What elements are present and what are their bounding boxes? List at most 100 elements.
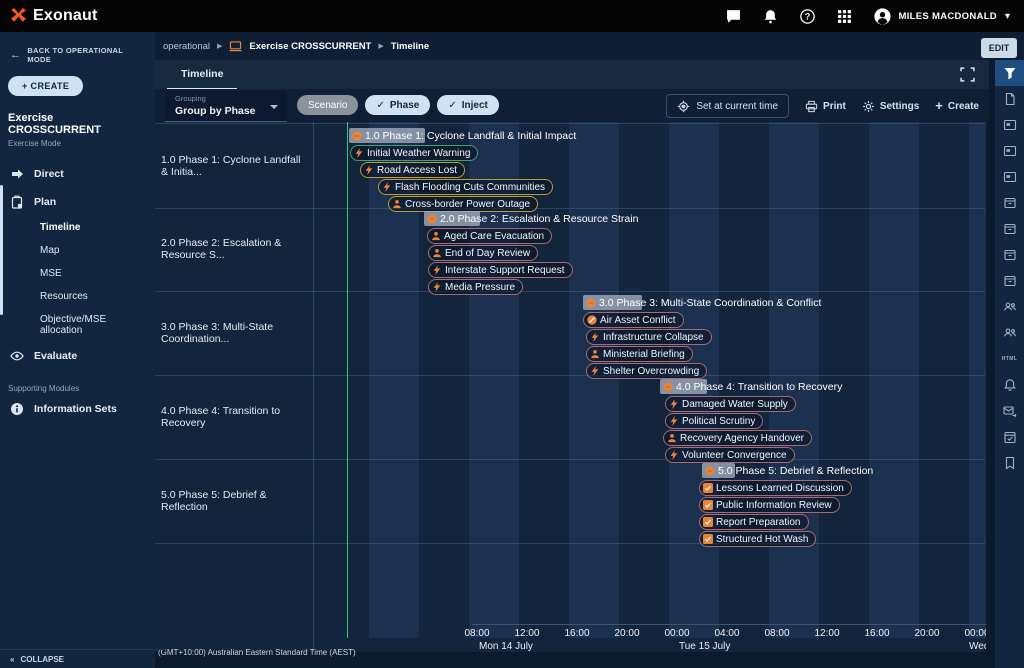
- chat-icon[interactable]: [726, 9, 741, 24]
- phase-label: 3.0 Phase 3: Multi-State Coordination & …: [599, 297, 821, 309]
- grouping-value: Group by Phase: [175, 105, 256, 117]
- help-icon[interactable]: ?: [800, 9, 815, 24]
- user-menu[interactable]: MILES MACDONALD ▾: [874, 8, 1010, 25]
- notifications-bell-icon[interactable]: [763, 9, 778, 24]
- sidebar-item-direct[interactable]: Direct: [0, 160, 155, 188]
- active-section-indicator: [0, 185, 3, 315]
- direct-arrow-icon: [10, 167, 24, 181]
- target-icon: [677, 100, 690, 113]
- exercise-monitor-icon: [229, 41, 242, 52]
- inject-pill[interactable]: Damaged Water Supply: [665, 396, 796, 412]
- type-filter-chips: Scenario ✓Phase ✓Inject: [297, 95, 499, 115]
- inject-pill[interactable]: End of Day Review: [428, 245, 538, 261]
- breadcrumb-operational[interactable]: operational: [163, 41, 210, 52]
- card-icon[interactable]: [995, 112, 1024, 138]
- inject-pill[interactable]: Air Asset Conflict: [583, 312, 684, 328]
- back-arrow-icon: ←: [10, 49, 21, 61]
- card-icon[interactable]: [995, 164, 1024, 190]
- create-button[interactable]: + CREATE: [8, 76, 83, 96]
- sidebar-item-mse[interactable]: MSE: [0, 262, 155, 285]
- sidebar-item-objective-mse-allocation[interactable]: Objective/MSE allocation: [0, 308, 155, 342]
- people-icon[interactable]: [995, 320, 1024, 346]
- chip-phase[interactable]: ✓Phase: [365, 95, 430, 115]
- plus-icon: +: [935, 101, 943, 111]
- row-items: 3.0 Phase 3: Multi-State Coordination & …: [313, 291, 985, 375]
- chevron-down-icon: ▾: [1005, 11, 1010, 22]
- chip-inject[interactable]: ✓Inject: [437, 95, 499, 115]
- phase-icon: [586, 298, 596, 308]
- apps-grid-icon[interactable]: [837, 9, 852, 24]
- breadcrumb-timeline[interactable]: Timeline: [391, 41, 429, 52]
- inject-pill[interactable]: Structured Hot Wash: [699, 531, 816, 547]
- phase-bar[interactable]: 5.0 Phase 5: Debrief & Reflection: [705, 463, 873, 478]
- phase-bar[interactable]: 1.0 Phase 1: Cyclone Landfall & Initial …: [352, 128, 576, 143]
- people-icon[interactable]: [995, 294, 1024, 320]
- mail-icon[interactable]: [995, 398, 1024, 424]
- fullscreen-icon[interactable]: [960, 67, 975, 82]
- tab-timeline[interactable]: Timeline: [167, 60, 237, 90]
- inject-pill[interactable]: Ministerial Briefing: [586, 346, 693, 362]
- settings-button[interactable]: Settings: [862, 100, 919, 113]
- document-icon[interactable]: [995, 86, 1024, 112]
- inject-pill[interactable]: Recovery Agency Handover: [663, 430, 812, 446]
- inject-pill[interactable]: Report Preparation: [699, 514, 809, 530]
- sidebar-nav: Direct Plan TimelineMapMSEResourcesObjec…: [0, 160, 155, 370]
- sidebar-item-resources[interactable]: Resources: [0, 285, 155, 308]
- archive-icon[interactable]: [995, 268, 1024, 294]
- inject-pill[interactable]: Aged Care Evacuation: [427, 228, 552, 244]
- inject-label: Flash Flooding Cuts Communities: [395, 182, 545, 193]
- archive-icon[interactable]: [995, 216, 1024, 242]
- inject-label: Public Information Review: [716, 500, 832, 511]
- edit-button[interactable]: EDIT: [981, 38, 1017, 58]
- sidebar-item-map[interactable]: Map: [0, 239, 155, 262]
- inject-pill[interactable]: Public Information Review: [699, 497, 840, 513]
- axis-day-label: Wed 16 July: [969, 641, 986, 652]
- axis-tick-label: 08:00: [464, 628, 489, 639]
- phase-bar[interactable]: 4.0 Phase 4: Transition to Recovery: [663, 379, 842, 394]
- axis-tick-label: 04:00: [714, 628, 739, 639]
- timeline-row: 4.0 Phase 4: Transition to Recovery4.0 P…: [155, 375, 985, 460]
- breadcrumb-exercise[interactable]: Exercise CROSSCURRENT: [249, 41, 371, 52]
- task-icon: [703, 534, 713, 544]
- sidebar-item-timeline[interactable]: Timeline: [0, 216, 155, 239]
- inject-pill[interactable]: Interstate Support Request: [428, 262, 573, 278]
- axis-tick-label: 00:00: [664, 628, 689, 639]
- set-at-current-time-button[interactable]: Set at current time: [666, 94, 789, 118]
- tab-bar: Timeline: [155, 60, 989, 90]
- phase-icon: [663, 382, 673, 392]
- chip-scenario[interactable]: Scenario: [297, 95, 358, 115]
- bell-icon[interactable]: [995, 372, 1024, 398]
- html-icon[interactable]: HTML: [995, 346, 1024, 372]
- dropdown-caret-icon: [270, 105, 278, 109]
- inject-pill[interactable]: Infrastructure Collapse: [586, 329, 712, 345]
- inject-pill[interactable]: Political Scrutiny: [665, 413, 763, 429]
- phase-bar[interactable]: 3.0 Phase 3: Multi-State Coordination & …: [586, 295, 821, 310]
- inject-pill[interactable]: Lessons Learned Discussion: [699, 480, 852, 496]
- calendar-check-icon[interactable]: [995, 424, 1024, 450]
- sidebar-item-evaluate[interactable]: Evaluate: [0, 342, 155, 370]
- create-inject-button[interactable]: + Create: [935, 101, 979, 112]
- inject-label: Lessons Learned Discussion: [716, 483, 844, 494]
- sidebar-item-plan[interactable]: Plan: [0, 188, 155, 216]
- breadcrumb-separator-icon: ▶: [217, 42, 222, 50]
- axis-tick-label: 00:00: [964, 628, 986, 639]
- card-icon[interactable]: [995, 138, 1024, 164]
- task-icon: [703, 483, 713, 493]
- inject-pill[interactable]: Initial Weather Warning: [350, 145, 478, 161]
- grouping-select[interactable]: Grouping Group by Phase: [165, 91, 287, 122]
- book-icon[interactable]: [995, 450, 1024, 476]
- phase-label: 2.0 Phase 2: Escalation & Resource Strai…: [440, 213, 638, 225]
- collapse-sidebar-button[interactable]: « COLLAPSE: [0, 649, 165, 668]
- archive-icon[interactable]: [995, 242, 1024, 268]
- phase-bar[interactable]: 2.0 Phase 2: Escalation & Resource Strai…: [427, 211, 638, 226]
- filter-icon[interactable]: [995, 60, 1024, 86]
- back-to-operational-mode[interactable]: ← BACK TO OPERATIONAL MODE: [0, 32, 155, 64]
- inject-pill[interactable]: Road Access Lost: [360, 162, 465, 178]
- phase-label: 4.0 Phase 4: Transition to Recovery: [676, 381, 842, 393]
- inject-pill[interactable]: Flash Flooding Cuts Communities: [378, 179, 553, 195]
- inject-label: Ministerial Briefing: [603, 349, 685, 360]
- archive-icon[interactable]: [995, 190, 1024, 216]
- print-button[interactable]: Print: [805, 100, 846, 113]
- person-icon: [431, 231, 441, 241]
- sidebar-item-information-sets[interactable]: Information Sets: [0, 395, 155, 423]
